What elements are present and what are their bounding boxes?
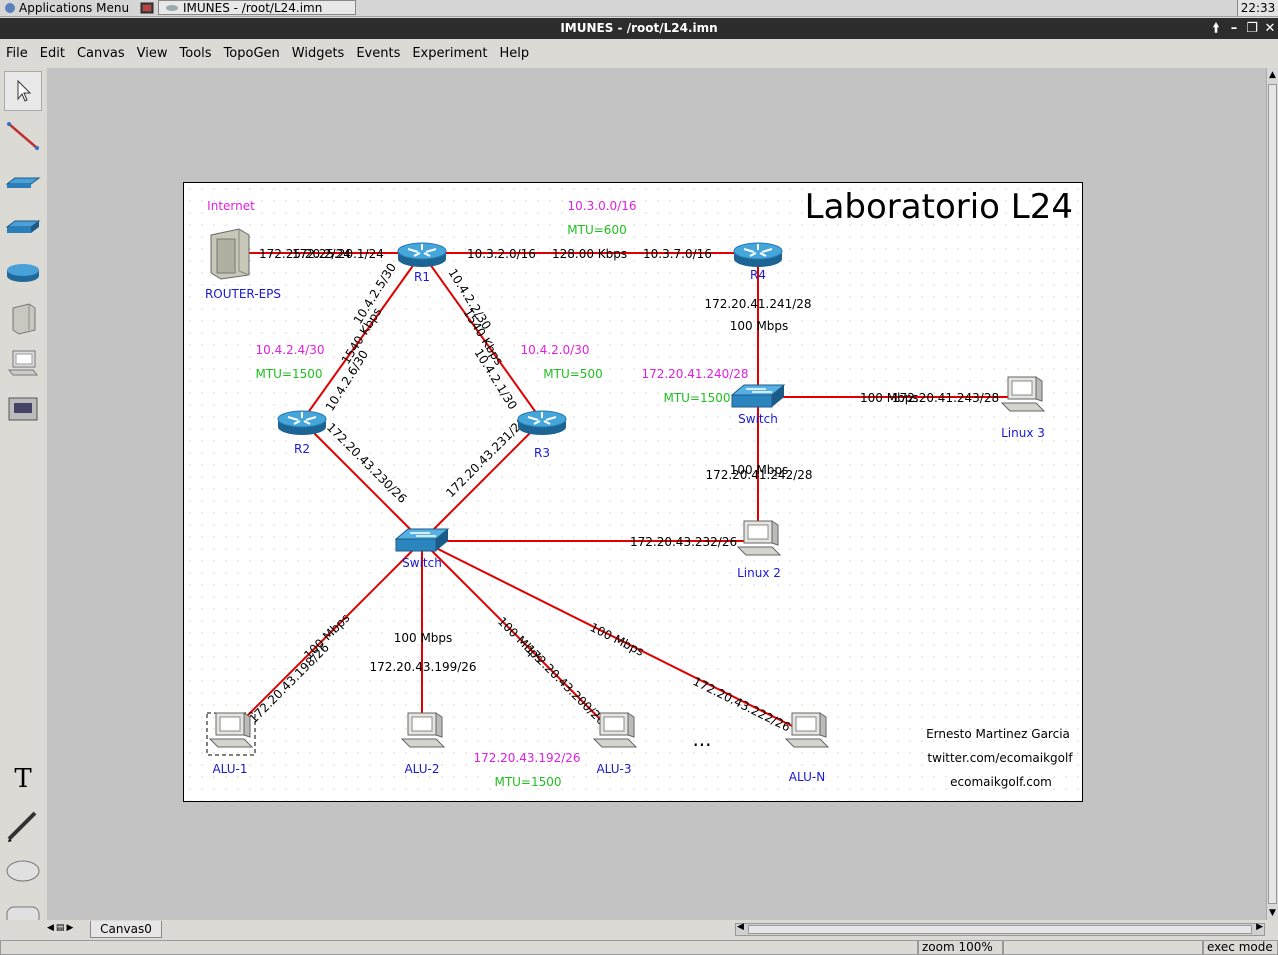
node-linux3[interactable]: Linux 3 [1001, 376, 1045, 440]
node-label: ALU-N [789, 770, 825, 784]
link-label: 100 Mbps [588, 620, 647, 659]
link-label: 172.20.43.222/26 [691, 674, 793, 734]
lanswitch-icon [731, 384, 785, 408]
link-label: 172.20.43.200/26 [523, 642, 609, 728]
node-linux2[interactable]: Linux 2 [737, 520, 781, 580]
lanswitch-icon [395, 528, 449, 552]
horizontal-scroll-thumb[interactable] [748, 925, 1252, 934]
annotation-mtu-r1r4[interactable]: MTU=600 [567, 223, 626, 237]
scroll-down-icon[interactable]: ▼ [1267, 906, 1278, 920]
annotation-net-r4lan[interactable]: 172.20.41.240/28 [641, 367, 748, 381]
scroll-left-icon[interactable]: ◀ [737, 922, 744, 932]
link-label: 10.3.7.0/16 [643, 247, 712, 261]
credit-website[interactable]: ecomaikgolf.com [950, 775, 1052, 789]
link-label: 172.20.43.231/26 [443, 414, 529, 500]
pc-icon [593, 712, 637, 748]
zoom-status: zoom 100% [918, 940, 1003, 955]
canvas-heading[interactable]: Laboratorio L24 [805, 187, 1073, 227]
router-icon [733, 242, 783, 268]
link-label: 172.20.43.199/26 [369, 660, 476, 674]
tab-nav-arrows: ◀ ▤ ▶ [47, 923, 87, 937]
annotation-internet[interactable]: Internet [207, 199, 255, 213]
link-label: 172.20.41.242/28 [705, 468, 812, 482]
tab-canvas0[interactable]: Canvas0 [90, 921, 162, 938]
node-label: Switch [738, 412, 778, 426]
annotation-net-r1r4[interactable]: 10.3.0.0/16 [568, 199, 637, 213]
link-label: 10.3.2.0/16 [467, 247, 536, 261]
node-label: R1 [414, 270, 430, 284]
mode-status: exec mode [1203, 940, 1278, 955]
link-label: 100 Mbps [730, 319, 789, 333]
link-label: 172.20.41.241/28 [704, 297, 811, 311]
node-label: R3 [534, 446, 550, 460]
node-router-eps[interactable]: ROUTER-EPS [205, 228, 281, 301]
pc-icon [209, 712, 253, 748]
credit-twitter[interactable]: twitter.com/ecomaikgolf [927, 751, 1073, 765]
router-icon [397, 242, 447, 268]
node-r2[interactable]: R2 [277, 410, 327, 456]
node-label: ALU-1 [212, 762, 247, 776]
credits: Ernesto Martinez Garcia twitter.com/ecom… [926, 727, 1073, 789]
pc-icon [401, 712, 445, 748]
node-alu1[interactable]: ALU-1 [206, 712, 256, 776]
pc-icon [737, 520, 781, 556]
annotation-mtu-alu[interactable]: MTU=1500 [494, 775, 561, 789]
node-label: R4 [750, 268, 766, 282]
link-label: 172.25.20.1/24 [292, 247, 384, 261]
link-r2-switch[interactable] [301, 420, 423, 542]
node-label: Switch [402, 556, 442, 570]
vertical-scroll-thumb[interactable] [1268, 84, 1277, 904]
node-label: Linux 3 [1001, 426, 1045, 440]
status-empty [1003, 940, 1203, 955]
link-r3-switch[interactable] [421, 420, 543, 542]
annotation-mtu-r1r2[interactable]: MTU=1500 [255, 367, 322, 381]
annotation-mtu-r4lan[interactable]: MTU=1500 [663, 391, 730, 405]
tab-list-icon[interactable]: ▤ [56, 923, 65, 937]
scroll-up-icon[interactable]: ▲ [1267, 68, 1278, 82]
tab-next-icon[interactable]: ▶ [66, 923, 73, 937]
node-switch-r4[interactable]: Switch [731, 384, 785, 426]
annotation-net-r1r2[interactable]: 10.4.2.4/30 [256, 343, 325, 357]
link-label: 172.20.41.243/28 [892, 391, 999, 405]
annotations: Internet 10.3.0.0/16 MTU=600 10.4.2.4/30… [207, 199, 748, 789]
annotation-net-alu[interactable]: 172.20.43.192/26 [473, 751, 580, 765]
canvas-tab-bar: ◀ ▤ ▶ Canvas0 ◀ ▶ [0, 920, 1278, 940]
link-label: 172.20.43.230/26 [324, 420, 410, 506]
node-label: Linux 2 [737, 566, 781, 580]
node-label: ROUTER-EPS [205, 287, 281, 301]
topology-diagram: Laboratorio L24 Internet 10.3.0.0/16 MTU… [205, 187, 1073, 789]
vertical-scrollbar[interactable]: ▲ ▼ [1266, 68, 1278, 920]
credit-author[interactable]: Ernesto Martinez Garcia [926, 727, 1070, 741]
link-label: 100 Mbps [394, 631, 453, 645]
links [229, 252, 1022, 734]
annotation-mtu-r1r3[interactable]: MTU=500 [543, 367, 602, 381]
status-bar: zoom 100% exec mode [0, 940, 1278, 955]
router-icon [277, 410, 327, 436]
annotation-ellipsis[interactable]: ... [692, 727, 711, 751]
link-label: 128.00 Kbps [552, 247, 627, 261]
link-labels: 172.25.20.2/24 172.25.20.1/24 10.3.2.0/1… [246, 247, 999, 734]
node-label: ALU-3 [596, 762, 631, 776]
pc-icon [785, 712, 829, 748]
node-r3[interactable]: R3 [517, 410, 567, 460]
horizontal-scrollbar[interactable]: ◀ ▶ [735, 922, 1265, 936]
status-message [0, 940, 918, 955]
host-icon [210, 228, 250, 280]
link-label: 172.20.43.198/26 [246, 640, 332, 726]
node-r4[interactable]: R4 [733, 242, 783, 282]
node-alu2[interactable]: ALU-2 [401, 712, 445, 776]
scroll-right-icon[interactable]: ▶ [1256, 922, 1263, 932]
node-label: ALU-2 [404, 762, 439, 776]
link-label: 172.20.43.232/26 [630, 535, 737, 549]
node-label: R2 [294, 442, 310, 456]
node-alun[interactable]: ALU-N [785, 712, 829, 784]
annotation-net-r1r3[interactable]: 10.4.2.0/30 [521, 343, 590, 357]
node-alu3[interactable]: ALU-3 [593, 712, 637, 776]
pc-icon [1001, 376, 1045, 412]
router-icon [517, 410, 567, 436]
tab-prev-icon[interactable]: ◀ [47, 923, 54, 937]
